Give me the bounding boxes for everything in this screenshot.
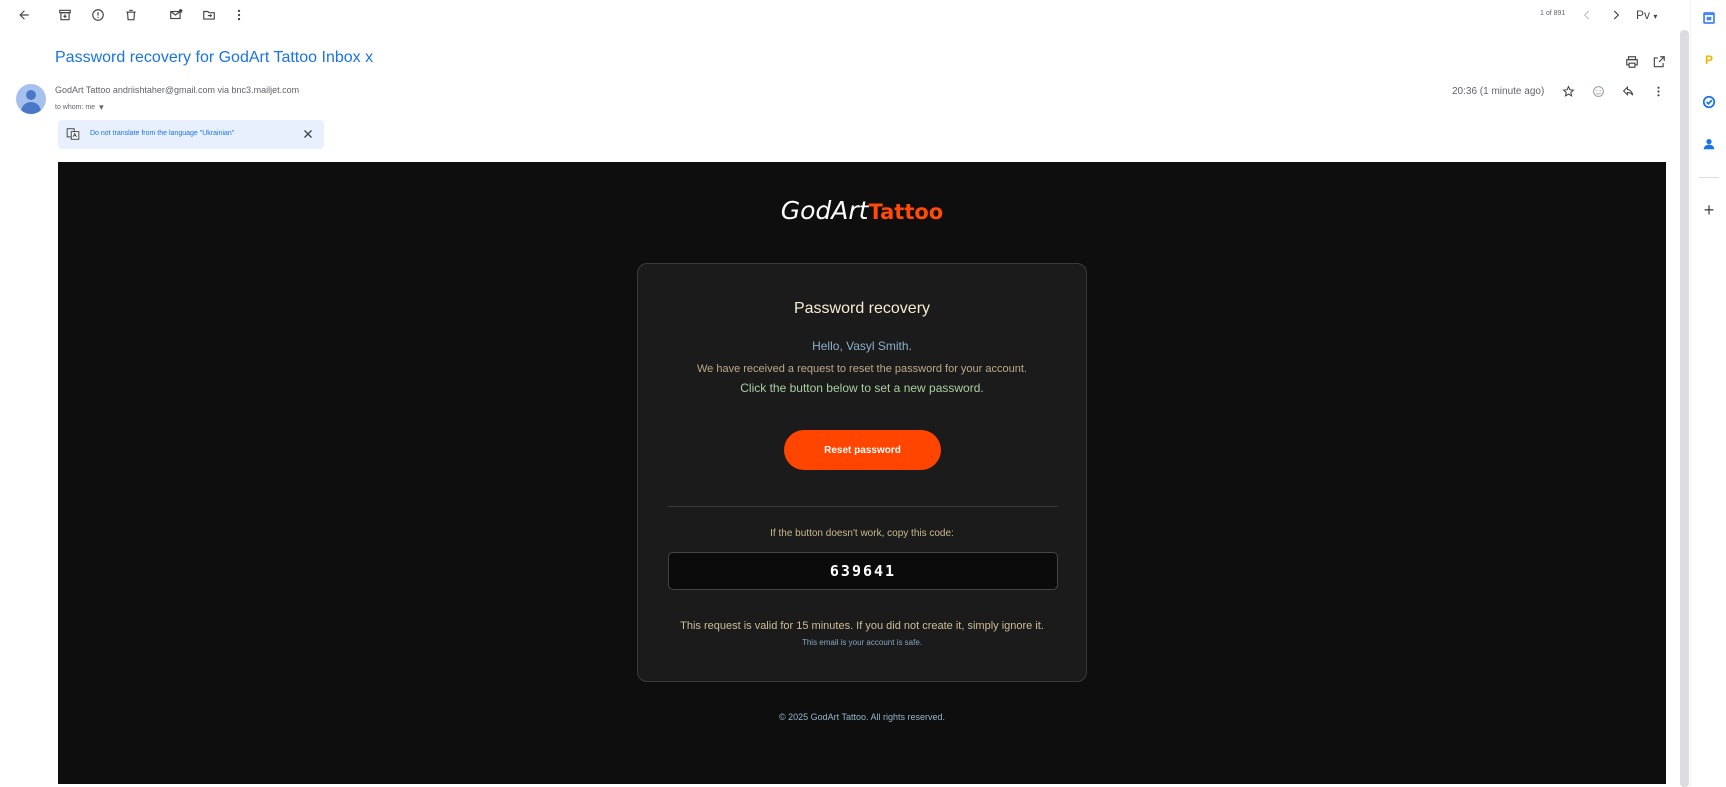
copy-code-hint: If the button doesn't work, copy this co… [770,528,954,539]
open-new-window-icon[interactable] [1648,51,1670,73]
prev-icon[interactable] [1576,4,1598,26]
sender-info: GodArt Tattoo andriishtaher@gmail.com vi… [55,85,300,95]
next-icon[interactable] [1605,4,1627,26]
gmail-message-view: 1 of 891 Рv ▾ Password recovery for GodA… [0,0,1726,787]
pager-text: 1 of 891 [1540,10,1566,17]
reset-password-button[interactable]: Reset password [784,430,941,470]
chevron-down-icon: ▾ [1653,12,1658,21]
divider [668,506,1058,507]
input-language-button[interactable]: Рv ▾ [1636,8,1657,22]
recipient-details[interactable]: to whom: me ▾ [55,102,104,113]
contacts-icon[interactable] [1701,136,1717,152]
input-language-label: Рv [1636,8,1651,22]
side-panel-rail: P + [1690,0,1726,787]
calendar-icon[interactable] [1701,10,1717,26]
logo-main-text: GodArt [780,196,869,225]
message-toolbar: 1 of 891 Рv ▾ [0,0,1690,30]
email-content: GodArtTattoo Password recovery Hello, Va… [58,162,1666,784]
mark-unread-icon[interactable] [165,4,187,26]
rail-divider [1699,177,1719,178]
to-whom-text: to whom: me [55,104,96,111]
logo-accent-text: Tattoo [868,200,944,224]
delete-icon[interactable] [120,4,142,26]
greeting-text: Hello, Vasyl Smith. [812,339,912,353]
more-vert-icon[interactable] [228,4,250,26]
safety-note: This email is your account is safe. [801,638,923,647]
add-addon-icon[interactable]: + [1701,200,1717,220]
recovery-code[interactable]: 639641 [668,552,1058,590]
back-arrow-icon[interactable] [13,4,35,26]
brand-logo: GodArtTattoo [58,196,1666,225]
close-icon[interactable] [302,128,314,140]
card-title: Password recovery [793,300,931,317]
inbox-label-chip[interactable]: Inbox x [322,49,374,66]
recovery-card: Password recovery Hello, Vasyl Smith. We… [637,263,1087,682]
translate-bar: Do not translate from the language "Ukra… [58,120,324,149]
translate-icon [66,128,80,140]
reply-icon[interactable] [1619,82,1637,100]
email-footer: © 2025 GodArt Tattoo. All rights reserve… [778,712,946,722]
instruction-text: Click the button below to set a new pass… [740,381,984,395]
report-spam-icon[interactable] [87,4,109,26]
scrollbar[interactable] [1680,30,1689,787]
archive-icon[interactable] [54,4,76,26]
message-subject: Password recovery for GodArt Tattoo Inbo… [55,49,373,67]
more-vert-icon[interactable] [1649,82,1667,100]
translate-option-link[interactable]: Do not translate from the language "Ukra… [90,130,234,137]
tasks-icon[interactable] [1701,94,1717,110]
message-timestamp: 20:36 (1 minute ago) [1452,86,1545,97]
emoji-icon[interactable] [1589,82,1607,100]
validity-note: This request is valid for 15 minutes. If… [680,620,1044,632]
subject-text: Password recovery for GodArt Tattoo [55,49,318,66]
keep-icon[interactable]: P [1701,52,1717,68]
request-text: We have received a request to reset the … [697,363,1027,375]
print-icon[interactable] [1621,51,1643,73]
star-icon[interactable] [1559,82,1577,100]
chevron-down-icon: ▾ [99,102,104,112]
avatar[interactable] [16,84,46,114]
move-to-icon[interactable] [198,4,220,26]
